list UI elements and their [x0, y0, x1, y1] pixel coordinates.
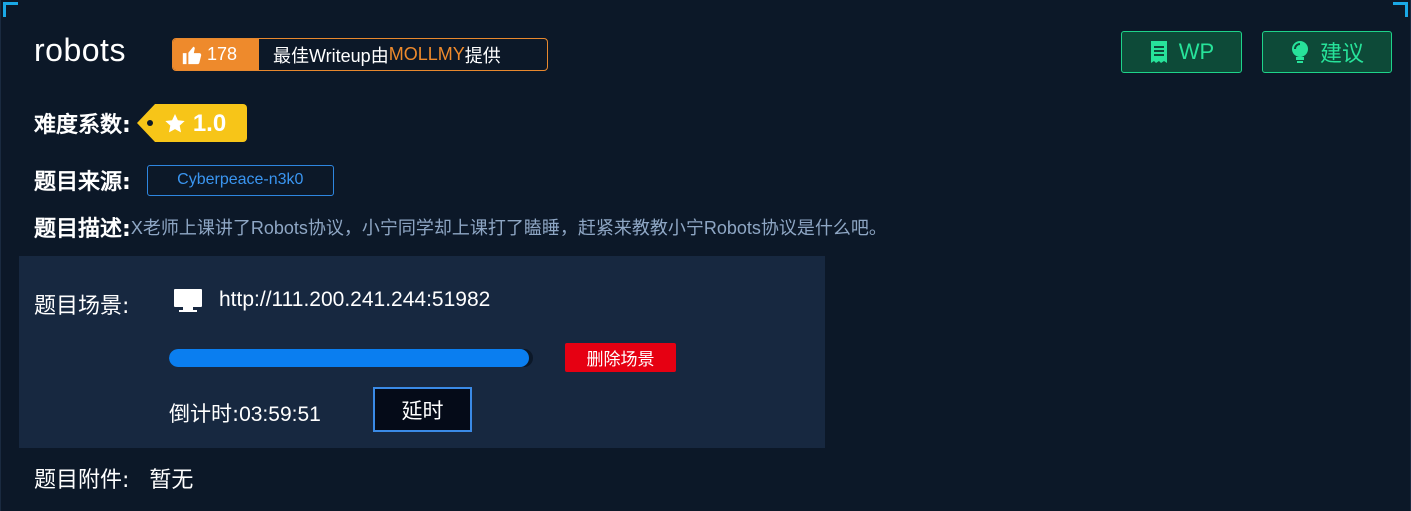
- challenge-title: robots: [34, 32, 126, 68]
- best-writeup-prefix: 最佳Writeup由: [273, 45, 389, 66]
- wp-label: WP: [1178, 39, 1215, 64]
- best-writeup-author[interactable]: MOLLMY: [389, 44, 465, 65]
- challenge-panel: robots 178 最佳Writeup由 MOLLMY 提供 WP 建议 难度…: [0, 0, 1411, 511]
- countdown-value: 03:59:51: [239, 403, 321, 426]
- difficulty-value: 1.0: [192, 110, 227, 137]
- like-count: 178: [207, 44, 238, 64]
- corner-decoration: [3, 2, 18, 17]
- countdown: 倒计时:03:59:51: [169, 398, 321, 428]
- like-box: 178 最佳Writeup由 MOLLMY 提供: [172, 38, 548, 71]
- corner-decoration: [1393, 2, 1408, 17]
- scene-url[interactable]: http://111.200.241.244:51982: [219, 288, 490, 312]
- description-row: 题目描述: X老师上课讲了Robots协议，小宁同学却上课打了瞌睡，赶紧来教教小…: [34, 211, 887, 243]
- difficulty-badge: 1.0: [136, 104, 247, 142]
- star-icon: [165, 114, 185, 133]
- description-text: X老师上课讲了Robots协议，小宁同学却上课打了瞌睡，赶紧来教教小宁Robot…: [130, 218, 887, 238]
- description-label: 题目描述:: [34, 217, 131, 242]
- thumbs-up-icon: [182, 46, 202, 64]
- scene-label: 题目场景:: [34, 294, 130, 319]
- suggest-label: 建议: [1319, 41, 1364, 66]
- attachment-label: 题目附件:: [34, 468, 130, 493]
- difficulty-label: 难度系数:: [34, 113, 131, 138]
- scene-progress-fill: [169, 349, 530, 367]
- source-label: 题目来源:: [34, 170, 131, 195]
- lightbulb-icon: [1291, 41, 1308, 63]
- attachment-value: 暂无: [149, 468, 194, 493]
- scene-panel: 题目场景: http://111.200.241.244:51982 删除场景 …: [19, 256, 825, 448]
- monitor-icon: [174, 289, 202, 312]
- suggest-button[interactable]: 建议: [1262, 31, 1392, 73]
- delete-scene-button[interactable]: 删除场景: [565, 343, 676, 372]
- best-writeup-text: 最佳Writeup由 MOLLMY 提供: [259, 39, 501, 70]
- like-button[interactable]: 178: [173, 39, 259, 70]
- source-tag[interactable]: Cyberpeace-n3k0: [146, 164, 334, 196]
- wp-button[interactable]: WP: [1121, 31, 1242, 73]
- countdown-label: 倒计时:: [169, 402, 240, 426]
- difficulty-row: 难度系数: 1.0: [34, 104, 247, 142]
- attachment-row: 题目附件: 暂无: [34, 462, 193, 494]
- best-writeup-suffix: 提供: [464, 45, 501, 66]
- document-icon: [1150, 41, 1167, 63]
- scene-progress-bar: [169, 349, 533, 367]
- source-row: 题目来源: Cyberpeace-n3k0: [34, 164, 334, 196]
- delay-button[interactable]: 延时: [373, 387, 472, 432]
